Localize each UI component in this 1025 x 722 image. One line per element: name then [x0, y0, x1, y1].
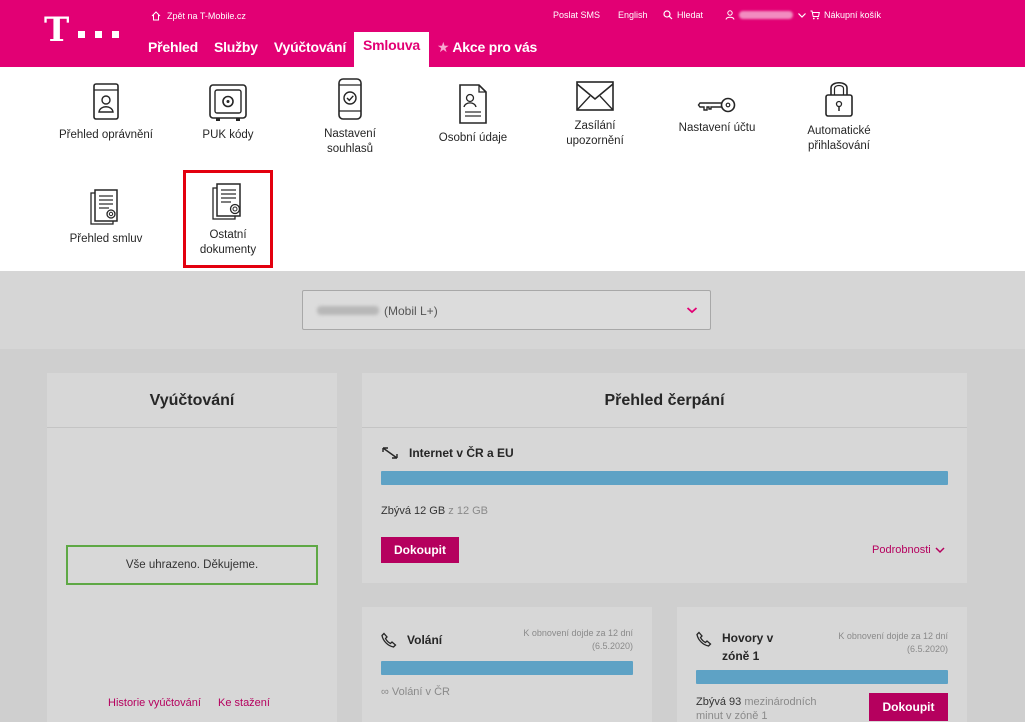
billing-history-link[interactable]: Historie vyúčtování — [108, 697, 201, 709]
home-icon — [151, 11, 161, 21]
zone1-row-title: Hovory v zóně 1 — [696, 629, 773, 665]
calls-remaining: ∞ Volání v ČR — [381, 686, 450, 698]
usage-title: Přehled čerpání — [604, 392, 725, 409]
zone1-renewal-line2: (6.5.2020) — [906, 644, 948, 654]
back-link-label: Zpět na T-Mobile.cz — [167, 11, 246, 21]
submenu-item-label: Nastavení účtu — [678, 122, 756, 134]
contract-icon — [90, 189, 118, 225]
submenu-item-label: Přehled smluv — [69, 233, 143, 245]
key-icon — [697, 97, 736, 113]
padlock-icon — [825, 81, 853, 117]
submenu-item-label: Zasílání upozornění — [566, 120, 624, 147]
zone1-remaining: Zbývá 93 mezinárodních minut v zóně 1 — [696, 695, 856, 722]
internet-buy-button[interactable]: Dokoupit — [381, 537, 459, 563]
top-header: T Zpět na T-Mobile.cz Poslat SMS English… — [0, 0, 1025, 67]
nav-item-akce-label: Akce pro vás — [452, 39, 538, 55]
billing-title: Vyúčtování — [149, 392, 235, 409]
user-menu[interactable] — [725, 10, 807, 20]
submenu-item-puk-kody[interactable]: PUK kódy — [178, 82, 278, 143]
submenu-item-label: Nastavení souhlasů — [324, 128, 376, 155]
usage-divider — [362, 427, 967, 428]
submenu-item-zasilani-upozorneni[interactable]: Zasílání upozornění — [545, 79, 645, 149]
user-name-redacted — [739, 11, 793, 19]
submenu-item-prehled-smluv[interactable]: Přehled smluv — [56, 188, 156, 247]
chevron-down-icon — [935, 547, 945, 554]
cart-link[interactable]: Nákupní košík — [810, 10, 881, 20]
cart-icon — [810, 10, 820, 20]
chevron-down-icon — [798, 13, 806, 18]
logo-letter: T — [44, 10, 70, 50]
submenu-item-label: PUK kódy — [202, 129, 254, 141]
contract-submenu: Přehled oprávnění PUK kódy Nastavení sou… — [0, 67, 1025, 271]
zone1-buy-button[interactable]: Dokoupit — [869, 693, 948, 721]
zone1-remaining-unit: mezinárodních — [744, 696, 817, 708]
tariff-name: (Mobil L+) — [384, 304, 438, 318]
submenu-item-osobni-udaje[interactable]: Osobní údaje — [423, 83, 523, 146]
phone-icon — [696, 631, 712, 647]
safe-icon — [209, 84, 247, 121]
back-to-tmobile-link[interactable]: Zpět na T-Mobile.cz — [151, 11, 246, 21]
phone-number-redacted — [317, 306, 379, 315]
language-link[interactable]: English — [618, 10, 648, 20]
calls-progress-bar — [381, 661, 633, 675]
calls-renewal-line1: K obnovení dojde za 12 dní — [523, 628, 633, 638]
submenu-item-nastaveni-uctu[interactable]: Nastavení účtu — [667, 95, 767, 136]
personal-document-icon — [459, 84, 487, 124]
billing-status: Vše uhrazeno. Děkujeme. — [66, 545, 318, 585]
submenu-item-nastaveni-souhlasu[interactable]: Nastavení souhlasů — [300, 77, 400, 157]
internet-remaining-value: Zbývá 12 GB — [381, 505, 446, 517]
internet-label: Internet v ČR a EU — [409, 446, 514, 460]
send-sms-label: Poslat SMS — [553, 10, 601, 20]
zone1-remaining-unit-line2: minut v zóně 1 — [696, 710, 768, 722]
search-label: Hledat — [677, 10, 704, 20]
language-label: English — [618, 10, 648, 20]
zone1-progress-bar — [696, 670, 948, 684]
phone-check-icon — [338, 78, 362, 120]
submenu-item-label: Přehled oprávnění — [59, 129, 153, 141]
zone1-remaining-value: Zbývá 93 — [696, 696, 742, 708]
details-link[interactable]: Podrobnosti — [872, 544, 945, 556]
phone-icon — [381, 632, 397, 648]
internet-total: z 12 GB — [448, 505, 489, 517]
calls-label: Volání — [407, 633, 443, 647]
id-book-icon — [93, 83, 119, 120]
billing-divider — [47, 427, 337, 428]
details-label: Podrobnosti — [872, 544, 931, 556]
internet-progress-bar — [381, 471, 948, 485]
logo-dots — [78, 31, 119, 38]
envelope-icon — [576, 81, 614, 111]
t-mobile-logo[interactable]: T — [44, 10, 119, 50]
data-arrows-icon — [382, 447, 398, 459]
submenu-item-label: Osobní údaje — [438, 132, 508, 144]
nav-item-prehled[interactable]: Přehled — [147, 33, 206, 67]
user-icon — [725, 10, 735, 20]
nav-item-akce[interactable]: ★ Akce pro vás — [429, 33, 545, 67]
nav-item-sluzby[interactable]: Služby — [206, 33, 266, 67]
chevron-down-icon — [686, 307, 698, 314]
search-link[interactable]: Hledat — [663, 10, 703, 20]
zone1-renewal: K obnovení dojde za 12 dní (6.5.2020) — [785, 630, 948, 656]
highlight-box — [183, 170, 273, 268]
nav-item-smlouva[interactable]: Smlouva — [354, 32, 429, 67]
calls-renewal: K obnovení dojde za 12 dní (6.5.2020) — [470, 627, 633, 653]
calls-row-title: Volání — [381, 632, 442, 648]
zone1-label-line1: Hovory v — [722, 631, 774, 645]
submenu-item-automaticke-prihlasovani[interactable]: Automatické přihlašování — [789, 78, 889, 154]
zone1-label-line2: zóně 1 — [722, 649, 760, 663]
cart-label: Nákupní košík — [824, 10, 882, 20]
send-sms-link[interactable]: Poslat SMS — [553, 10, 600, 20]
download-link[interactable]: Ke stažení — [218, 697, 270, 709]
calls-renewal-line2: (6.5.2020) — [591, 641, 633, 651]
star-icon: ★ — [437, 39, 450, 55]
main-navigation: Přehled Služby Vyúčtování Smlouva ★ Akce … — [147, 32, 545, 67]
search-icon — [663, 10, 673, 20]
submenu-item-label: Automatické přihlašování — [807, 125, 871, 152]
internet-row-title: Internet v ČR a EU — [381, 446, 514, 460]
submenu-item-prehled-opravneni[interactable]: Přehled oprávnění — [50, 82, 162, 143]
zone1-renewal-line1: K obnovení dojde za 12 dní — [838, 631, 948, 641]
nav-item-vyuctovani[interactable]: Vyúčtování — [266, 33, 354, 67]
internet-remaining: Zbývá 12 GB z 12 GB — [381, 505, 488, 517]
phone-number-select[interactable]: (Mobil L+) — [302, 290, 711, 330]
